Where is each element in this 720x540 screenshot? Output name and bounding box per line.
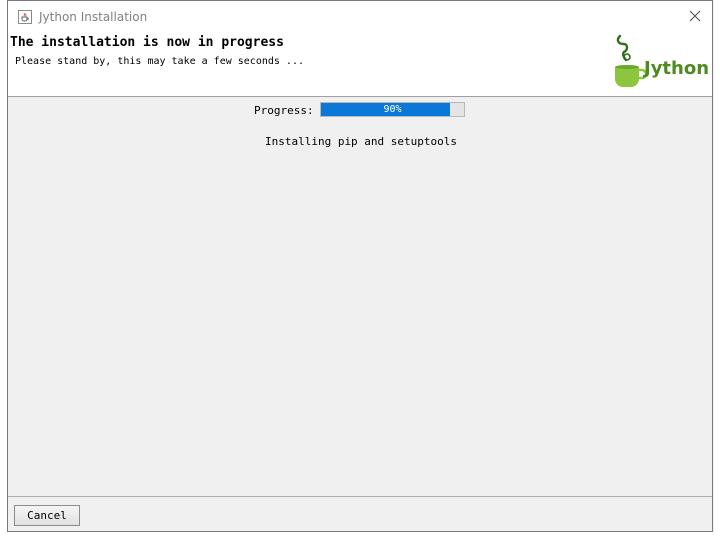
installer-window: Jython Installation The installation is … xyxy=(7,0,713,532)
progress-bar: 90% xyxy=(320,102,465,117)
window-title: Jython Installation xyxy=(39,9,148,24)
title-bar[interactable]: Jython Installation xyxy=(8,1,712,32)
close-icon xyxy=(689,10,701,22)
desktop-background-right xyxy=(714,0,720,540)
header-panel: The installation is now in progress Plea… xyxy=(8,32,712,97)
footer-divider xyxy=(8,496,712,497)
header-subtitle: Please stand by, this may take a few sec… xyxy=(15,56,304,67)
status-message: Installing pip and setuptools xyxy=(264,135,458,148)
header-title: The installation is now in progress xyxy=(10,35,284,50)
jython-logo-text: Jython xyxy=(644,58,710,79)
cancel-button[interactable]: Cancel xyxy=(14,505,80,526)
close-button[interactable] xyxy=(686,7,704,25)
jython-logo: Jython xyxy=(612,34,710,94)
progress-row: Progress: 90% xyxy=(8,101,712,119)
java-cup-icon xyxy=(18,9,32,24)
desktop-background-bottom xyxy=(0,532,720,540)
progress-percent: 90% xyxy=(383,104,402,115)
progress-label: Progress: xyxy=(254,104,314,117)
jython-cup-icon xyxy=(615,34,646,87)
